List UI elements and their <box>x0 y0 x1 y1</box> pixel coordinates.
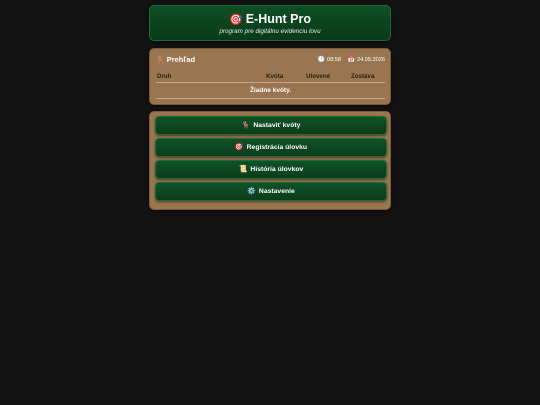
column-header-kvota: Kvóta <box>266 73 284 80</box>
app-title: E-Hunt Pro <box>245 12 311 26</box>
overview-meta: 🕒 08:58 📅 24.05.2026 <box>312 56 385 63</box>
calendar-icon: 📅 <box>347 57 355 63</box>
register-catch-label: Registrácia úlovku <box>246 144 308 151</box>
catch-history-label: História úlovkov <box>250 166 304 173</box>
register-catch-button[interactable]: 🎯 Registrácia úlovku <box>155 138 387 157</box>
target-icon: 🎯 <box>234 144 244 151</box>
set-quotas-label: Nastaviť kvóty <box>253 122 301 129</box>
empty-quota-message: Žiadne kvóty. <box>156 83 385 99</box>
target-icon: 🎯 <box>229 14 243 26</box>
gear-icon: ⚙️ <box>247 188 256 195</box>
app-header: 🎯 E-Hunt Pro program pre digitálnu eviden… <box>149 5 391 41</box>
set-quotas-button[interactable]: 🦌 Nastaviť kvóty <box>155 116 387 135</box>
app-subtitle: program pre digitálnu evidenciu lovu <box>219 28 321 35</box>
overview-title: 🦌 Prehľad <box>156 55 195 64</box>
overview-panel: 🦌 Prehľad 🕒 08:58 📅 24.05.2026 Druh Kvóta U… <box>149 48 391 105</box>
column-header-ulovene: Ulovené <box>306 73 331 80</box>
quota-table: Druh Kvóta Ulovené Zostáva Žiadne kvóty. <box>156 72 385 99</box>
column-header-druh: Druh <box>157 73 172 80</box>
catch-history-button[interactable]: 📜 História úlovkov <box>155 160 387 179</box>
settings-label: Nastavenie <box>258 188 295 195</box>
clock-icon: 🕒 <box>317 57 325 63</box>
time-value: 08:58 <box>326 57 341 63</box>
date-value: 24.05.2026 <box>357 57 385 63</box>
actions-panel: 🦌 Nastaviť kvóty 🎯 Registrácia úlovku 📜 His… <box>149 111 391 210</box>
deer-icon: 🦌 <box>241 122 251 129</box>
column-header-zostava: Zostáva <box>351 73 375 80</box>
quota-table-header: Druh Kvóta Ulovené Zostáva <box>156 72 385 83</box>
settings-button[interactable]: ⚙️ Nastavenie <box>155 182 387 201</box>
overview-header: 🦌 Prehľad 🕒 08:58 📅 24.05.2026 <box>156 54 385 66</box>
overview-title-text: Prehľad <box>166 55 196 64</box>
app-title-row: 🎯 E-Hunt Pro <box>150 11 390 27</box>
deer-icon: 🦌 <box>156 57 165 64</box>
time-display: 🕒 08:58 <box>317 56 340 63</box>
scroll-icon: 📜 <box>238 166 248 173</box>
date-display: 📅 24.05.2026 <box>348 56 385 63</box>
